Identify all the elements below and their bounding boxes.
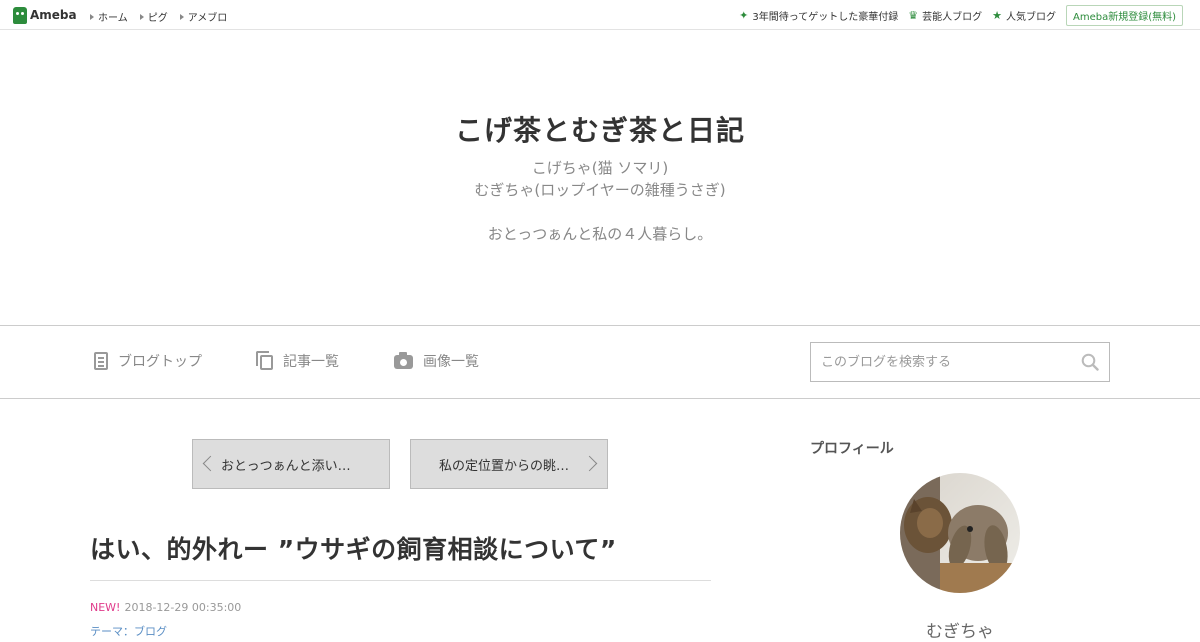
entry-divider bbox=[90, 580, 711, 581]
nav-image-list[interactable]: 画像一覧 bbox=[394, 351, 479, 371]
entry-date: 2018-12-29 00:35:00 bbox=[124, 601, 242, 614]
prev-entry-label: おとっつぁんと添い… bbox=[221, 458, 351, 474]
nav-pigg-link[interactable]: ピグ bbox=[139, 9, 168, 24]
profile-avatar[interactable] bbox=[900, 473, 1020, 593]
nav-blog-top-label: ブログトップ bbox=[118, 354, 202, 370]
ameba-logo-icon bbox=[13, 6, 27, 24]
profile-heading: プロフィール bbox=[810, 441, 894, 457]
avatar-photo bbox=[900, 473, 1020, 593]
entry-meta: NEW! 2018-12-29 00:35:00 bbox=[90, 601, 241, 614]
star-icon: ★ bbox=[992, 9, 1002, 22]
blog-nav: ブログトップ 記事一覧 画像一覧 bbox=[0, 325, 1200, 399]
register-button[interactable]: Ameba新規登録(無料) bbox=[1065, 5, 1183, 26]
triangle-right-icon bbox=[90, 13, 94, 20]
nav-pigg-label: ピグ bbox=[147, 13, 168, 24]
global-right-links: ✦ 3年間待ってゲットした豪華付録 ♛ 芸能人ブログ ★ 人気ブログ Ameba新規登… bbox=[739, 5, 1200, 26]
promo-label: 3年間待ってゲットした豪華付録 bbox=[752, 12, 899, 23]
chevron-right-icon bbox=[581, 455, 598, 472]
new-badge: NEW! bbox=[90, 601, 121, 614]
blog-description: こげちゃ(猫 ソマリ) むぎちゃ(ロップイヤーの雑種うさぎ) おとっつぁんと私の… bbox=[0, 157, 1200, 245]
nav-home-link[interactable]: ホーム bbox=[90, 9, 128, 24]
triangle-right-icon bbox=[179, 13, 184, 20]
triangle-right-icon bbox=[139, 13, 144, 20]
copy-icon bbox=[256, 351, 273, 370]
promo-link[interactable]: ✦ 3年間待ってゲットした豪華付録 bbox=[739, 8, 898, 23]
entry-title[interactable]: はい、的外れー ”ウサギの飼育相談について” bbox=[90, 530, 710, 566]
blog-title[interactable]: こげ茶とむぎ茶と日記 bbox=[0, 109, 1200, 149]
popular-blog-link[interactable]: ★ 人気ブログ bbox=[992, 8, 1056, 23]
logo-text: Ameba bbox=[30, 8, 77, 22]
nav-ameblo-link[interactable]: アメブロ bbox=[179, 9, 228, 24]
next-entry-label: 私の定位置からの眺… bbox=[439, 458, 570, 474]
celebrity-blog-link[interactable]: ♛ 芸能人ブログ bbox=[908, 8, 982, 23]
prev-entry-button[interactable]: おとっつぁんと添い… bbox=[192, 439, 390, 489]
desc-line-3: おとっつぁんと私の４人暮らし。 bbox=[487, 225, 713, 243]
next-entry-button[interactable]: 私の定位置からの眺… bbox=[410, 439, 608, 489]
nav-blog-top[interactable]: ブログトップ bbox=[94, 351, 202, 371]
nav-image-list-label: 画像一覧 bbox=[423, 354, 479, 370]
popular-blog-label: 人気ブログ bbox=[1005, 12, 1056, 23]
document-icon bbox=[94, 352, 108, 370]
desc-spacer bbox=[0, 201, 1200, 223]
nav-ameblo-label: アメブロ bbox=[187, 13, 228, 24]
celebrity-blog-label: 芸能人ブログ bbox=[922, 12, 983, 23]
global-nav: ホーム ピグ アメブロ bbox=[90, 9, 239, 24]
desc-line-1: こげちゃ(猫 ソマリ) bbox=[531, 159, 669, 177]
chevron-left-icon bbox=[202, 455, 219, 472]
desc-line-2: むぎちゃ(ロップイヤーの雑種うさぎ) bbox=[474, 181, 726, 199]
nav-entry-list-label: 記事一覧 bbox=[283, 354, 339, 370]
nav-home-label: ホーム bbox=[98, 13, 128, 24]
search-icon[interactable] bbox=[1081, 353, 1099, 371]
global-header: Ameba ホーム ピグ アメブロ ✦ 3年間待ってゲットした豪華付録 ♛ 芸能人ブ… bbox=[0, 0, 1200, 30]
camera-icon bbox=[394, 352, 413, 369]
sparkle-icon: ✦ bbox=[739, 9, 749, 22]
blog-search bbox=[810, 342, 1110, 382]
blog-header: こげ茶とむぎ茶と日記 こげちゃ(猫 ソマリ) むぎちゃ(ロップイヤーの雑種うさぎ… bbox=[0, 31, 1200, 325]
entry-theme-link[interactable]: テーマ：ブログ bbox=[90, 623, 167, 639]
nav-entry-list[interactable]: 記事一覧 bbox=[256, 351, 339, 371]
ameba-logo[interactable]: Ameba bbox=[13, 6, 77, 24]
search-input[interactable] bbox=[811, 343, 1071, 381]
crown-icon: ♛ bbox=[908, 9, 919, 22]
